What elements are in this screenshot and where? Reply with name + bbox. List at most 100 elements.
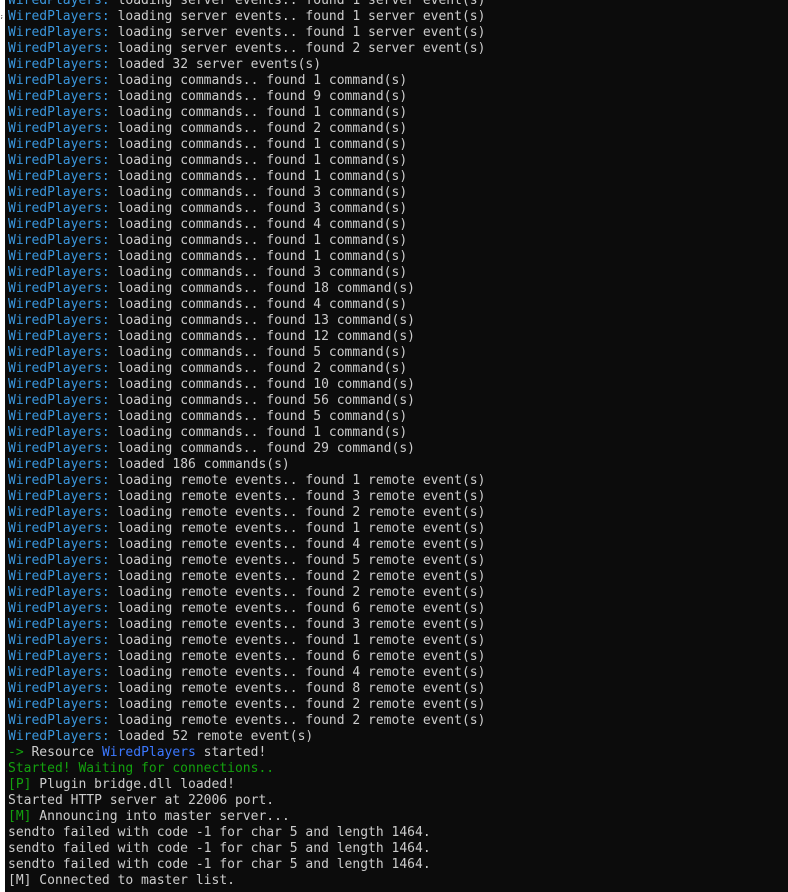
log-prefix: WiredPlayers: (8, 233, 110, 248)
console-line: WiredPlayers: loading remote events.. fo… (8, 713, 485, 729)
log-prefix: WiredPlayers: (8, 553, 110, 568)
console-line: WiredPlayers: loading server events.. fo… (8, 9, 485, 25)
log-message: loading commands.. found 18 command(s) (109, 281, 415, 296)
console-line: -> Resource WiredPlayers started! (8, 745, 485, 761)
log-message: loading remote events.. found 2 remote e… (109, 569, 486, 584)
log-prefix: WiredPlayers: (8, 313, 110, 328)
log-message: loading remote events.. found 2 remote e… (109, 585, 486, 600)
log-message: loading commands.. found 1 command(s) (109, 153, 408, 168)
console-line: WiredPlayers: loading commands.. found 5… (8, 345, 485, 361)
console-line: WiredPlayers: loading commands.. found 9… (8, 89, 485, 105)
log-message: loading commands.. found 4 command(s) (109, 297, 408, 312)
log-prefix: WiredPlayers: (8, 697, 110, 712)
resource-status: started! (195, 745, 267, 760)
log-message: loading commands.. found 1 command(s) (109, 105, 408, 120)
log-message: loading commands.. found 1 command(s) (109, 73, 408, 88)
log-prefix: WiredPlayers: (8, 489, 110, 504)
log-prefix: WiredPlayers: (8, 169, 110, 184)
console-line: WiredPlayers: loading commands.. found 2… (8, 441, 485, 457)
log-prefix: WiredPlayers: (8, 537, 110, 552)
console-line: WiredPlayers: loading remote events.. fo… (8, 489, 485, 505)
log-prefix: WiredPlayers: (8, 601, 110, 616)
log-message: loading server events.. found 1 server e… (109, 25, 486, 40)
log-prefix: WiredPlayers: (8, 457, 110, 472)
log-message: loading server events.. found 2 server e… (109, 41, 486, 56)
log-message: loading remote events.. found 6 remote e… (109, 649, 486, 664)
log-message: loading server events.. found 1 server e… (109, 0, 486, 8)
log-prefix: WiredPlayers: (8, 649, 110, 664)
console-line: WiredPlayers: loading commands.. found 1… (8, 249, 485, 265)
console-line: WiredPlayers: loading commands.. found 1… (8, 281, 485, 297)
log-message: loading commands.. found 1 command(s) (109, 137, 408, 152)
log-message: loading remote events.. found 2 remote e… (109, 697, 486, 712)
console-line: WiredPlayers: loading commands.. found 1… (8, 105, 485, 121)
log-message: loading remote events.. found 4 remote e… (109, 537, 486, 552)
log-prefix: WiredPlayers: (8, 185, 110, 200)
log-message: loading commands.. found 29 command(s) (109, 441, 415, 456)
console-line: WiredPlayers: loading server events.. fo… (8, 41, 485, 57)
log-message: loading remote events.. found 5 remote e… (109, 553, 486, 568)
log-message: sendto failed with code -1 for char 5 an… (8, 857, 431, 872)
log-message: loading remote events.. found 1 remote e… (109, 521, 486, 536)
console-line: WiredPlayers: loading remote events.. fo… (8, 633, 485, 649)
log-message: [M] Connected to master list. (8, 873, 235, 888)
console-line: WiredPlayers: loading commands.. found 1… (8, 329, 485, 345)
console-line: [P] Plugin bridge.dll loaded! (8, 777, 485, 793)
log-message: loading commands.. found 12 command(s) (109, 329, 415, 344)
log-message: loading commands.. found 1 command(s) (109, 233, 408, 248)
log-prefix: WiredPlayers: (8, 201, 110, 216)
console-window[interactable]: ; WiredPlayers: loading server events.. … (0, 0, 788, 892)
console-line: Started HTTP server at 22006 port. (8, 793, 485, 809)
console-line: [M] Announcing into master server... (8, 809, 485, 825)
log-prefix: WiredPlayers: (8, 617, 110, 632)
resource-label: Resource (23, 745, 102, 760)
log-prefix: WiredPlayers: (8, 265, 110, 280)
log-prefix: WiredPlayers: (8, 281, 110, 296)
console-line: WiredPlayers: loading remote events.. fo… (8, 665, 485, 681)
log-prefix: WiredPlayers: (8, 361, 110, 376)
log-tag: [M] (8, 809, 32, 824)
log-prefix: WiredPlayers: (8, 121, 110, 136)
console-line: WiredPlayers: loading server events.. fo… (8, 25, 485, 41)
log-message: loading remote events.. found 2 remote e… (109, 713, 486, 728)
console-line: WiredPlayers: loaded 32 server events(s) (8, 57, 485, 73)
log-prefix: WiredPlayers: (8, 57, 110, 72)
console-output[interactable]: WiredPlayers: loading server events.. fo… (8, 0, 485, 889)
log-prefix: WiredPlayers: (8, 681, 110, 696)
arrow-marker: -> (8, 745, 24, 760)
log-message: loaded 186 commands(s) (109, 457, 290, 472)
log-message: loading commands.. found 1 command(s) (109, 169, 408, 184)
console-line: WiredPlayers: loading remote events.. fo… (8, 473, 485, 489)
border-mark: ; (0, 13, 4, 20)
log-message: loading remote events.. found 3 remote e… (109, 617, 486, 632)
log-prefix: WiredPlayers: (8, 137, 110, 152)
log-prefix: WiredPlayers: (8, 41, 110, 56)
log-message: loaded 32 server events(s) (109, 57, 322, 72)
console-line: WiredPlayers: loading remote events.. fo… (8, 521, 485, 537)
log-message: loading commands.. found 2 command(s) (109, 361, 408, 376)
log-prefix: WiredPlayers: (8, 89, 110, 104)
console-line: WiredPlayers: loading commands.. found 1… (8, 377, 485, 393)
console-line: WiredPlayers: loading commands.. found 3… (8, 185, 485, 201)
log-message: loading remote events.. found 3 remote e… (109, 489, 486, 504)
log-message: loading remote events.. found 4 remote e… (109, 665, 486, 680)
console-line: WiredPlayers: loading commands.. found 2… (8, 361, 485, 377)
console-line: WiredPlayers: loading remote events.. fo… (8, 681, 485, 697)
log-prefix: WiredPlayers: (8, 25, 110, 40)
log-message: sendto failed with code -1 for char 5 an… (8, 825, 431, 840)
console-line: WiredPlayers: loading commands.. found 4… (8, 217, 485, 233)
console-line: WiredPlayers: loading remote events.. fo… (8, 601, 485, 617)
console-line: WiredPlayers: loading commands.. found 1… (8, 137, 485, 153)
log-message: Announcing into master server... (31, 809, 290, 824)
console-line: sendto failed with code -1 for char 5 an… (8, 857, 485, 873)
status-message: Started! Waiting for connections.. (8, 761, 275, 776)
log-prefix: WiredPlayers: (8, 633, 110, 648)
log-message: loading commands.. found 3 command(s) (109, 201, 408, 216)
window-left-border: ; (0, 0, 5, 892)
console-line: WiredPlayers: loading commands.. found 1… (8, 73, 485, 89)
console-line: WiredPlayers: loading commands.. found 3… (8, 201, 485, 217)
log-message: loading commands.. found 3 command(s) (109, 185, 408, 200)
console-line: sendto failed with code -1 for char 5 an… (8, 841, 485, 857)
log-message: sendto failed with code -1 for char 5 an… (8, 841, 431, 856)
log-prefix: WiredPlayers: (8, 105, 110, 120)
